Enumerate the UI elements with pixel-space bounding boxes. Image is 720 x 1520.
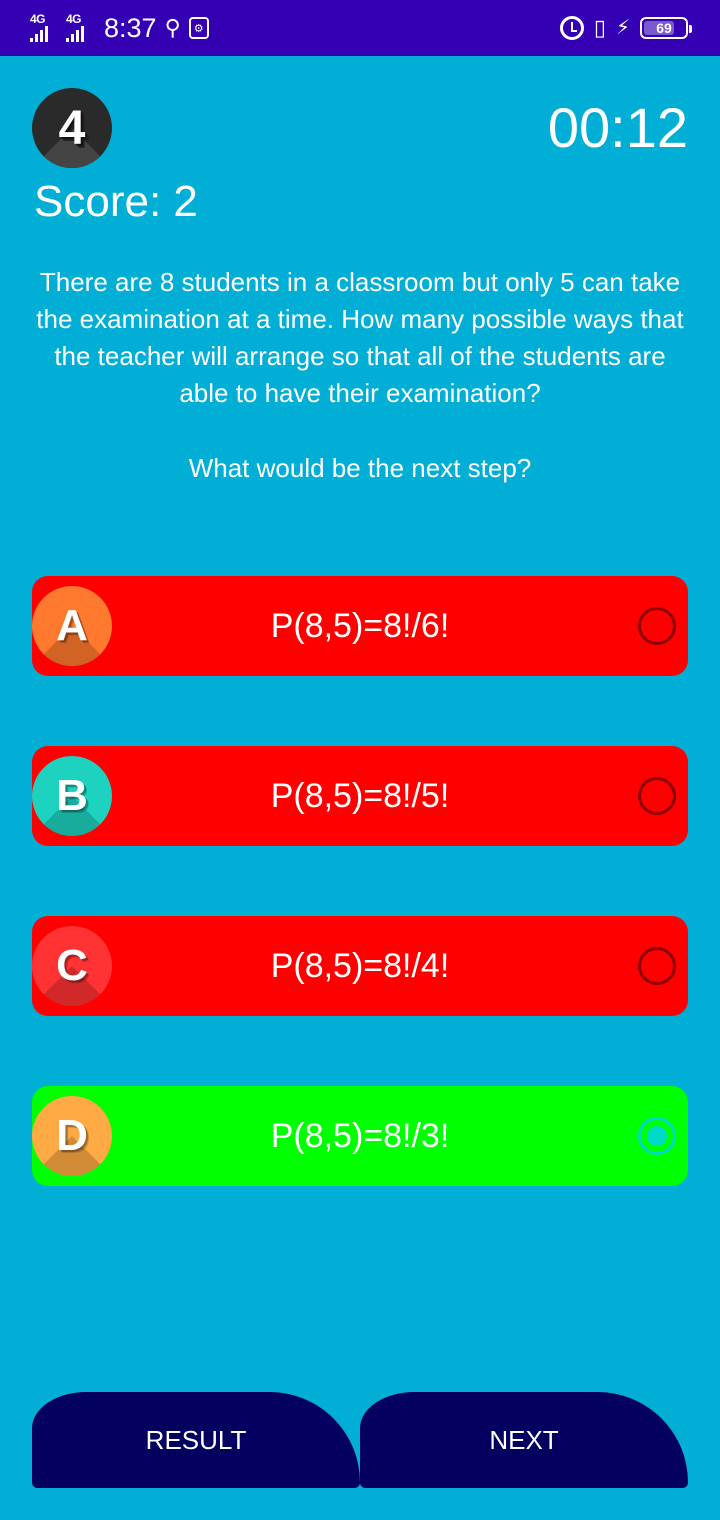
charging-icon: ⚡ <box>615 17 630 39</box>
option-text: P(8,5)=8!/3! <box>270 1117 450 1155</box>
option-text: P(8,5)=8!/5! <box>270 777 450 815</box>
option-c-radio[interactable] <box>638 947 676 985</box>
network-type-label-2: 4G <box>66 12 82 26</box>
option-d-radio[interactable] <box>638 1117 676 1155</box>
status-time: 8:37 <box>104 13 157 43</box>
question-prompt: What would be the next step? <box>188 453 532 483</box>
option-a[interactable]: A P(8,5)=8!/6! <box>32 576 688 676</box>
app-notification-icon: ⚙ <box>188 17 209 39</box>
option-c[interactable]: C P(8,5)=8!/4! <box>32 916 688 1016</box>
signal-icon-2: 4G <box>66 13 94 43</box>
question-number-badge: 4 <box>32 88 112 168</box>
result-button[interactable]: RESULT <box>32 1392 360 1488</box>
option-b[interactable]: B P(8,5)=8!/5! <box>32 746 688 846</box>
question-number: 4 <box>58 101 86 155</box>
status-left: 4G 4G 8:37 ⚲ ⚙ <box>30 10 209 46</box>
battery-icon: 69 <box>640 17 692 39</box>
battery-level: 69 <box>656 20 672 36</box>
option-text: P(8,5)=8!/6! <box>270 607 450 645</box>
timer: 00:12 <box>547 96 688 159</box>
score-label: Score: 2 <box>34 177 198 226</box>
alarm-icon <box>559 16 584 40</box>
signal-icon: 4G <box>30 13 58 43</box>
status-right: ▯ ⚡ 69 <box>559 12 692 44</box>
option-a-radio[interactable] <box>638 607 676 645</box>
network-type-label: 4G <box>30 12 46 26</box>
option-d[interactable]: D P(8,5)=8!/3! <box>32 1086 688 1186</box>
status-bar: 4G 4G 8:37 ⚲ ⚙ ▯ ⚡ 69 <box>0 0 720 56</box>
question-text: There are 8 students in a classroom but … <box>36 267 684 408</box>
option-b-radio[interactable] <box>638 777 676 815</box>
usb-icon: ⚲ <box>164 15 181 40</box>
next-button[interactable]: NEXT <box>360 1392 688 1488</box>
vibrate-icon: ▯ <box>593 15 606 40</box>
option-text: P(8,5)=8!/4! <box>270 947 450 985</box>
